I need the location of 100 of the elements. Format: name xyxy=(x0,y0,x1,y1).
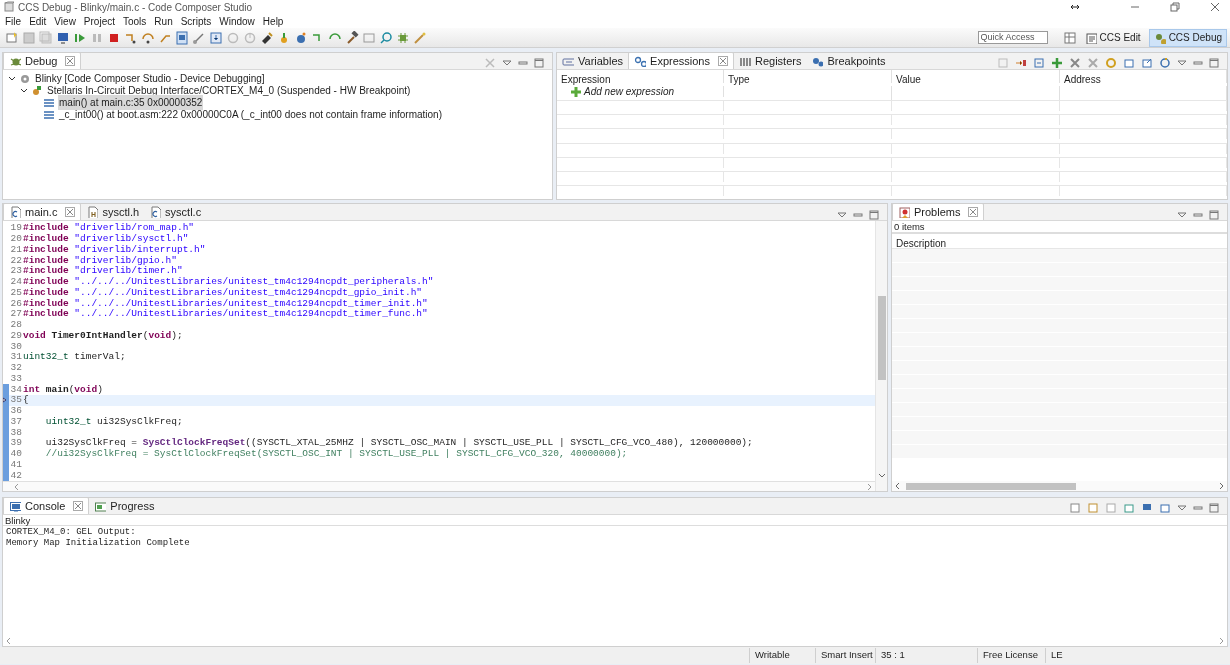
restart-icon[interactable] xyxy=(226,30,240,45)
add-expression-link[interactable]: Add new expression xyxy=(584,84,675,100)
view-tab[interactable]: Variables xyxy=(557,53,629,69)
select-icon[interactable] xyxy=(1015,57,1027,69)
hammer-icon[interactable] xyxy=(345,30,359,45)
scroll-left-icon[interactable] xyxy=(13,482,21,491)
view-tab[interactable]: Registers xyxy=(733,53,807,69)
maximize-icon[interactable] xyxy=(534,58,544,68)
scroll-left-icon[interactable] xyxy=(5,637,13,645)
open-perspective-icon[interactable] xyxy=(1062,30,1077,45)
menu-item[interactable]: Scripts xyxy=(180,13,212,29)
close-icon[interactable] xyxy=(65,207,76,217)
menu-item[interactable]: Edit xyxy=(29,13,47,29)
scroll-right-icon[interactable] xyxy=(865,482,873,491)
menu-item[interactable]: Tools xyxy=(123,13,147,29)
minimize-icon[interactable] xyxy=(1193,210,1203,220)
view-menu-icon[interactable] xyxy=(1177,210,1187,220)
menu-item[interactable]: View xyxy=(54,13,76,29)
scroll-left-icon[interactable] xyxy=(894,482,902,490)
perspective-button[interactable]: CCS Edit xyxy=(1079,28,1146,47)
view-tab[interactable]: main.c xyxy=(3,204,82,220)
view-tab[interactable]: Console xyxy=(3,498,90,514)
remove-icon[interactable] xyxy=(484,57,496,69)
collapse-all-icon[interactable] xyxy=(1033,57,1045,69)
view-tab[interactable]: Problems xyxy=(892,204,985,220)
load-icon[interactable] xyxy=(209,30,223,45)
search-icon[interactable] xyxy=(379,30,393,45)
menu-item[interactable]: Window xyxy=(219,13,255,29)
minimize-icon[interactable] xyxy=(1193,58,1203,68)
pin-icon[interactable] xyxy=(1123,502,1135,514)
maximize-icon[interactable] xyxy=(1209,503,1219,513)
remove-all-icon[interactable] xyxy=(1087,57,1099,69)
brush-icon[interactable] xyxy=(260,30,274,45)
scrollbar-thumb[interactable] xyxy=(906,482,1076,490)
view-tab[interactable]: Progress xyxy=(89,498,160,514)
horizontal-scrollbar[interactable] xyxy=(892,481,1227,491)
column-header[interactable]: Value xyxy=(892,70,1060,83)
restore-window-icon[interactable] xyxy=(1170,2,1180,12)
sync-icon[interactable] xyxy=(1159,57,1171,69)
add-icon[interactable] xyxy=(1051,57,1063,69)
wand-icon[interactable] xyxy=(413,30,427,45)
scroll-lock-icon[interactable] xyxy=(1087,502,1099,514)
chip-icon[interactable] xyxy=(396,30,410,45)
view-menu-icon[interactable] xyxy=(837,210,847,220)
expand-toggle-icon[interactable] xyxy=(19,86,28,95)
new-console-icon[interactable] xyxy=(1159,502,1171,514)
close-window-icon[interactable] xyxy=(1210,2,1220,12)
quick-access-field[interactable]: Quick Access xyxy=(977,31,1048,44)
scroll-right-icon[interactable] xyxy=(1217,482,1225,490)
menu-item[interactable]: Project xyxy=(83,13,115,29)
maximize-icon[interactable] xyxy=(1209,58,1219,68)
instruction-step-icon[interactable] xyxy=(175,30,189,45)
minimize-icon[interactable] xyxy=(853,210,863,220)
new-window-icon[interactable] xyxy=(1123,57,1135,69)
column-header[interactable]: Address xyxy=(1060,70,1227,83)
menu-item[interactable]: Help xyxy=(262,13,284,29)
scroll-down-icon[interactable] xyxy=(877,471,886,479)
horizontal-scrollbar[interactable] xyxy=(3,481,875,491)
remove-icon[interactable] xyxy=(1069,57,1081,69)
resize-icon[interactable] xyxy=(1070,2,1080,12)
close-icon[interactable] xyxy=(73,501,84,511)
view-tab[interactable]: sysctl.c xyxy=(144,204,207,220)
tree-item[interactable]: main() at main.c:35 0x00000352 xyxy=(58,95,204,110)
view-menu-icon[interactable] xyxy=(1177,58,1187,68)
connect-icon[interactable] xyxy=(192,30,206,45)
close-icon[interactable] xyxy=(968,207,979,217)
view-tab[interactable]: Debug xyxy=(3,53,82,69)
minimize-icon[interactable] xyxy=(1193,503,1203,513)
maximize-icon[interactable] xyxy=(869,210,879,220)
refresh-icon[interactable] xyxy=(1105,57,1117,69)
vertical-scrollbar[interactable] xyxy=(875,221,887,491)
tree-item[interactable]: Stellaris In-Circuit Debug Interface/CORTEX_M4_0 (Suspended - HW Breakpoint) xyxy=(46,83,412,98)
save-icon[interactable] xyxy=(22,30,36,45)
new-icon[interactable] xyxy=(5,30,19,45)
expand-toggle-icon[interactable] xyxy=(7,74,16,83)
menu-item[interactable]: Run xyxy=(154,13,173,29)
view-tab[interactable]: Breakpoints xyxy=(806,53,891,69)
gear-icon xyxy=(19,72,31,85)
column-header[interactable]: Expression xyxy=(557,70,724,83)
view-tab[interactable]: Expressions xyxy=(628,53,734,69)
clear-icon[interactable] xyxy=(1069,502,1081,514)
minimize-icon[interactable] xyxy=(518,58,528,68)
view-tab[interactable]: sysctl.h xyxy=(81,204,145,220)
maximize-icon[interactable] xyxy=(1209,210,1219,220)
word-wrap-icon[interactable] xyxy=(1105,502,1117,514)
view-menu-icon[interactable] xyxy=(1177,503,1187,513)
close-icon[interactable] xyxy=(65,56,76,66)
scrollbar-thumb[interactable] xyxy=(877,296,886,380)
ball-icon[interactable] xyxy=(294,30,308,45)
monitor-icon[interactable] xyxy=(56,30,70,45)
perspective-button[interactable]: CCS Debug xyxy=(1148,28,1227,47)
tree-item[interactable]: _c_int00() at boot.asm:222 0x00000C0A (_c_int00 does not contain frame information) xyxy=(58,107,443,122)
column-header[interactable]: Type xyxy=(724,70,892,83)
step-over-icon[interactable] xyxy=(141,30,155,45)
view-menu-icon[interactable] xyxy=(502,58,512,68)
close-icon[interactable] xyxy=(717,56,728,66)
menu-item[interactable]: File xyxy=(5,13,22,29)
scroll-right-icon[interactable] xyxy=(1217,637,1225,645)
tree-item[interactable]: Blinky [Code Composer Studio - Device Debugging] xyxy=(34,71,266,86)
export-icon[interactable] xyxy=(1141,57,1153,69)
